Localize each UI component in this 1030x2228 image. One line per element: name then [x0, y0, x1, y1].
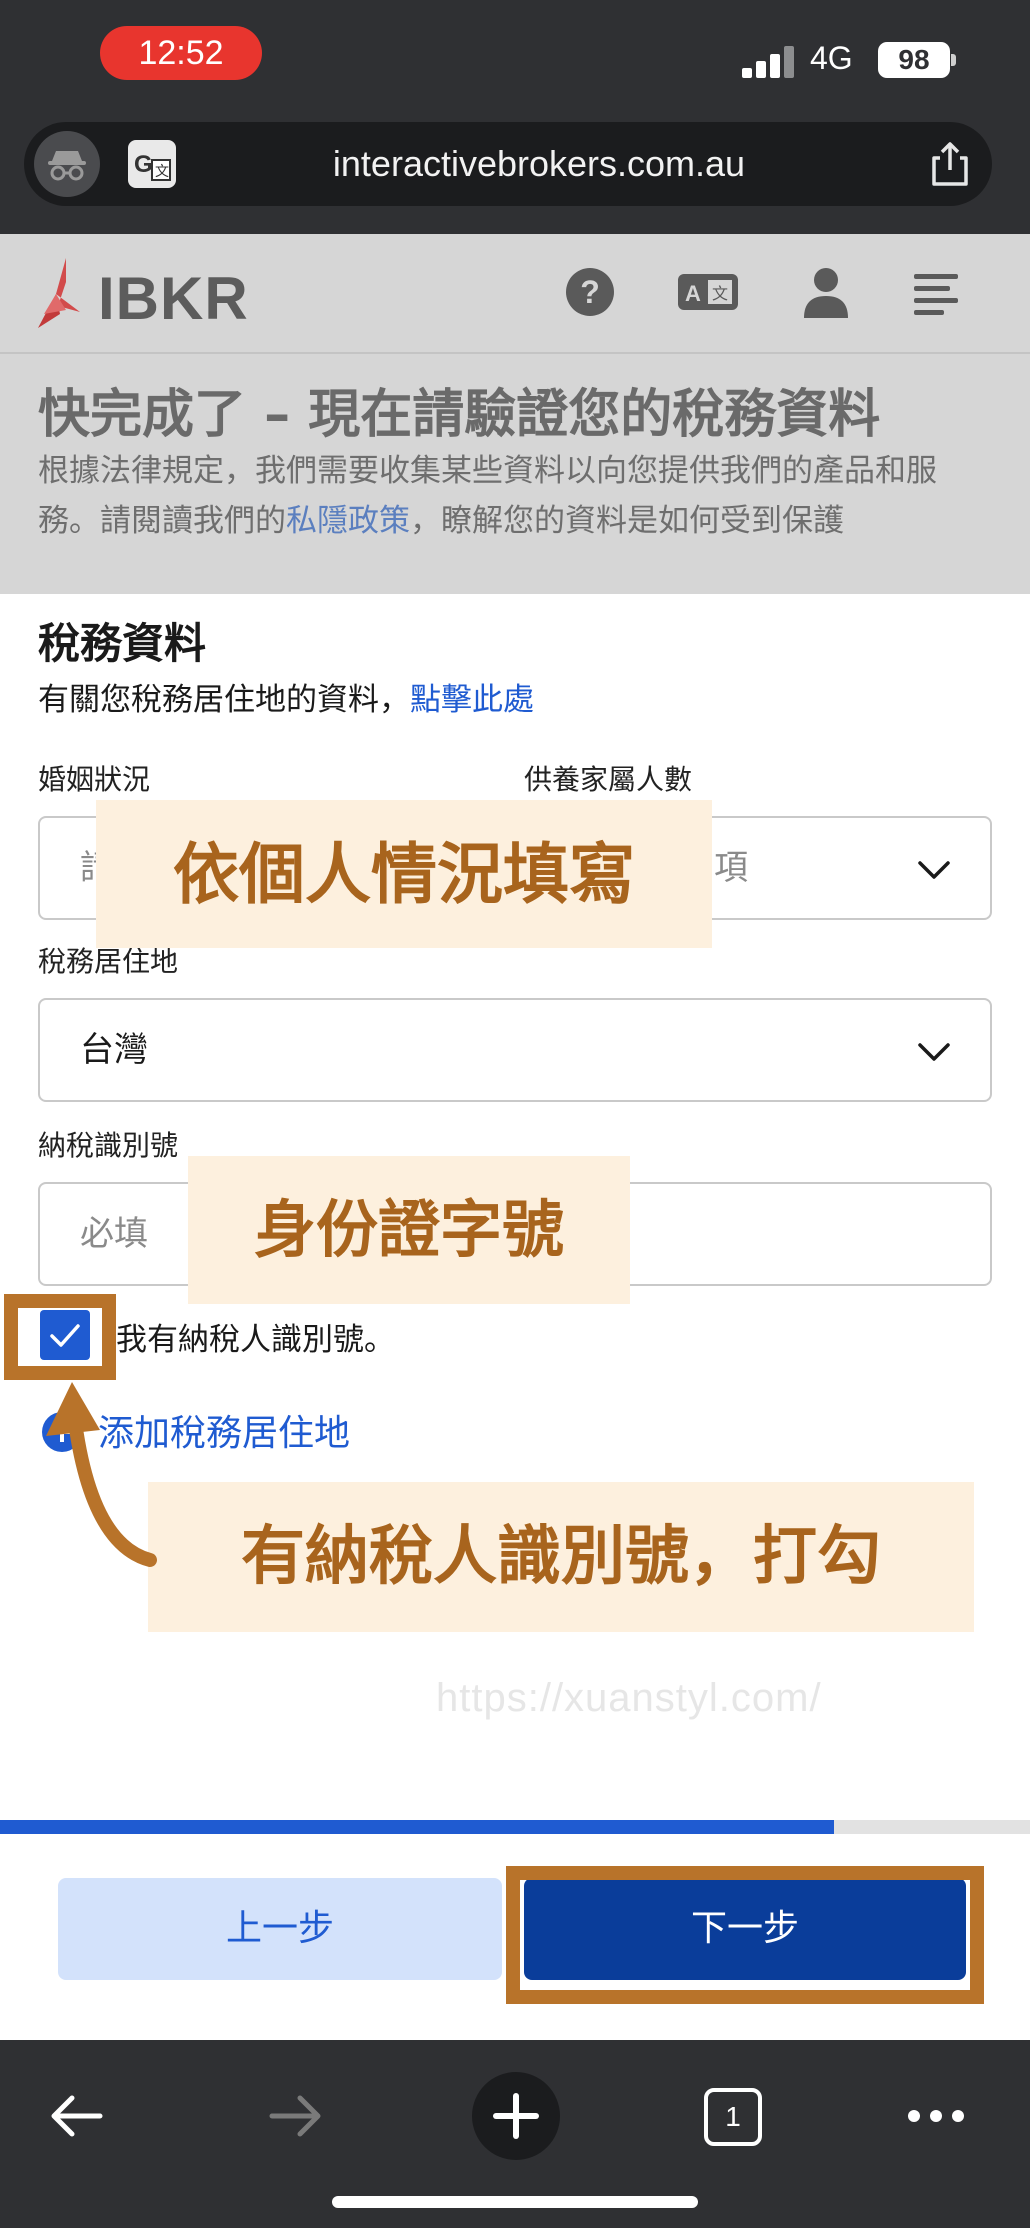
tin-placeholder: 必填 [80, 1214, 148, 1254]
privacy-policy-link[interactable]: 私隱政策 [286, 503, 410, 539]
section-subtitle-text: 有關您稅務居住地的資料， [38, 682, 410, 718]
click-here-link[interactable]: 點擊此處 [410, 682, 534, 718]
tax-residence-select[interactable]: 台灣 [38, 998, 992, 1102]
chevron-down-icon [918, 1043, 950, 1061]
annotation-arrow [46, 1382, 157, 1567]
svg-text:A: A [685, 281, 701, 306]
dependents-placeholder: 項 [714, 848, 748, 888]
status-bar: 12:52 4G 98 [0, 0, 1030, 110]
clock: 12:52 [100, 26, 262, 80]
svg-text:?: ? [580, 274, 600, 310]
ibkr-logo[interactable]: IBKR [36, 254, 266, 334]
address-bar[interactable]: G 文 interactivebrokers.com.au [24, 122, 992, 206]
intro-text: 根據法律規定，我們需要收集某些資料以向您提供我們的產品和服務。請閱讀我們的私隱政… [38, 446, 998, 546]
browser-toolbar: G 文 interactivebrokers.com.au [0, 110, 1030, 234]
account-icon[interactable] [796, 262, 856, 322]
tabs-icon[interactable]: 1 [704, 2088, 762, 2146]
tin-label: 納稅識別號 [38, 1129, 179, 1162]
dependents-label: 供養家屬人數 [524, 763, 693, 796]
battery-tip [951, 54, 956, 66]
progress-fill [0, 1820, 835, 1834]
svg-text:文: 文 [155, 164, 169, 180]
annotation-id-note: 身份證字號 [188, 1156, 630, 1304]
network-label: 4G [810, 40, 853, 76]
intro-text-after: ，瞭解您的資料是如何受到保護 [410, 503, 844, 539]
watermark: https://xuanstyl.com/ [436, 1676, 822, 1720]
section-subtitle: 有關您稅務居住地的資料，點擊此處 [38, 674, 534, 719]
page-title: 快完成了 – 現在請驗證您的稅務資料 [38, 385, 881, 445]
help-icon[interactable]: ? [560, 262, 620, 322]
menu-icon[interactable] [906, 262, 966, 322]
forward-arrow-icon[interactable] [266, 2088, 326, 2144]
chevron-down-icon [918, 861, 950, 879]
progress-bar [0, 1820, 1030, 1834]
battery-icon: 98 [878, 42, 950, 78]
signal-icon [742, 44, 796, 78]
more-icon[interactable] [904, 2100, 968, 2132]
incognito-icon[interactable] [34, 131, 100, 197]
svg-text:G: G [134, 151, 153, 178]
section-title: 稅務資料 [38, 619, 207, 668]
annotation-check-note: 有納稅人識別號，打勾 [148, 1482, 974, 1632]
home-indicator [332, 2196, 698, 2208]
svg-text:文: 文 [712, 284, 728, 303]
back-button[interactable]: 上一步 [58, 1878, 502, 1980]
back-arrow-icon[interactable] [46, 2088, 106, 2144]
intro-section: 快完成了 – 現在請驗證您的稅務資料 根據法律規定，我們需要收集某些資料以向您提… [0, 354, 1030, 594]
translate-icon[interactable]: G 文 [128, 140, 176, 188]
annotation-next-highlight [506, 1866, 984, 2004]
url-text[interactable]: interactivebrokers.com.au [194, 122, 884, 206]
new-tab-icon[interactable] [470, 2070, 562, 2162]
marital-status-label: 婚姻狀況 [38, 763, 151, 796]
annotation-checkbox-highlight [4, 1294, 116, 1380]
logo-text: IBKR [98, 265, 249, 332]
has-tin-label: 我有納稅人識別號。 [116, 1322, 395, 1358]
annotation-fill-note: 依個人情況填寫 [96, 800, 712, 948]
share-icon[interactable] [924, 138, 976, 190]
tab-count: 1 [725, 2101, 741, 2132]
site-header: IBKR ? A 文 [0, 234, 1030, 354]
tax-residence-value: 台灣 [80, 1030, 148, 1070]
language-icon[interactable]: A 文 [676, 262, 738, 322]
